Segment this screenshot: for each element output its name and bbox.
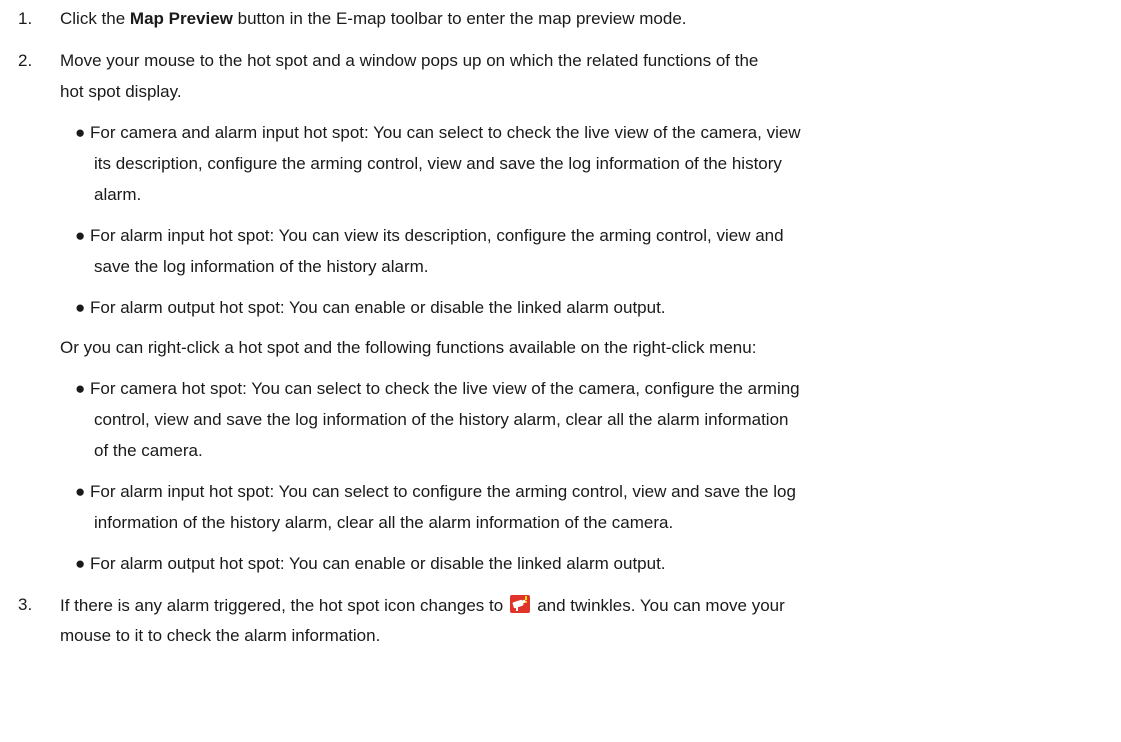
step-3-line-1-pre: If there is any alarm triggered, the hot… <box>60 596 504 615</box>
step-3-number: 3. <box>18 595 33 614</box>
bullet-alarm-input-line-1: ● For alarm input hot spot: You can view… <box>75 226 784 245</box>
bullet-camera-alarm-input-line-2: its description, configure the arming co… <box>94 154 782 173</box>
step-3-line-1: If there is any alarm triggered, the hot… <box>60 594 785 617</box>
bullet-alarm-input-rc-line-2: information of the history alarm, clear … <box>94 513 674 532</box>
document-page: 1. Click the Map Preview button in the E… <box>0 0 1121 742</box>
step-1-bold-map-preview: Map Preview <box>129 9 233 28</box>
bullet-camera-alarm-input-line-1: ● For camera and alarm input hot spot: Y… <box>75 123 801 142</box>
step-3-line-1-post: and twinkles. You can move your <box>537 596 785 615</box>
bullet-alarm-output-line-1: ● For alarm output hot spot: You can ena… <box>75 298 666 317</box>
bullet-alarm-output-rc-line-1: ● For alarm output hot spot: You can ena… <box>75 554 666 573</box>
step-1-text: Click the Map Preview button in the E-ma… <box>60 8 687 30</box>
bullet-camera-alarm-input-line-3: alarm. <box>94 185 142 204</box>
step-1-number: 1. <box>18 9 33 28</box>
bullet-alarm-input-rc-line-1: ● For alarm input hot spot: You can sele… <box>75 482 796 501</box>
alarm-camera-icon <box>509 594 531 614</box>
step-1-text-post: button in the E-map toolbar to enter the… <box>232 9 687 28</box>
step-1-text-pre: Click the <box>60 9 130 28</box>
step-2-or-line: Or you can right-click a hot spot and th… <box>60 338 757 357</box>
bullet-camera-hotspot-line-3: of the camera. <box>94 441 203 460</box>
step-2-line-1: Move your mouse to the hot spot and a wi… <box>60 51 759 70</box>
bullet-camera-hotspot-line-2: control, view and save the log informati… <box>94 410 789 429</box>
step-2-line-2: hot spot display. <box>60 82 182 101</box>
step-2-number: 2. <box>18 51 33 70</box>
step-3-line-2: mouse to it to check the alarm informati… <box>60 626 381 645</box>
bullet-alarm-input-line-2: save the log information of the history … <box>94 257 429 276</box>
bullet-camera-hotspot-line-1: ● For camera hot spot: You can select to… <box>75 379 800 398</box>
